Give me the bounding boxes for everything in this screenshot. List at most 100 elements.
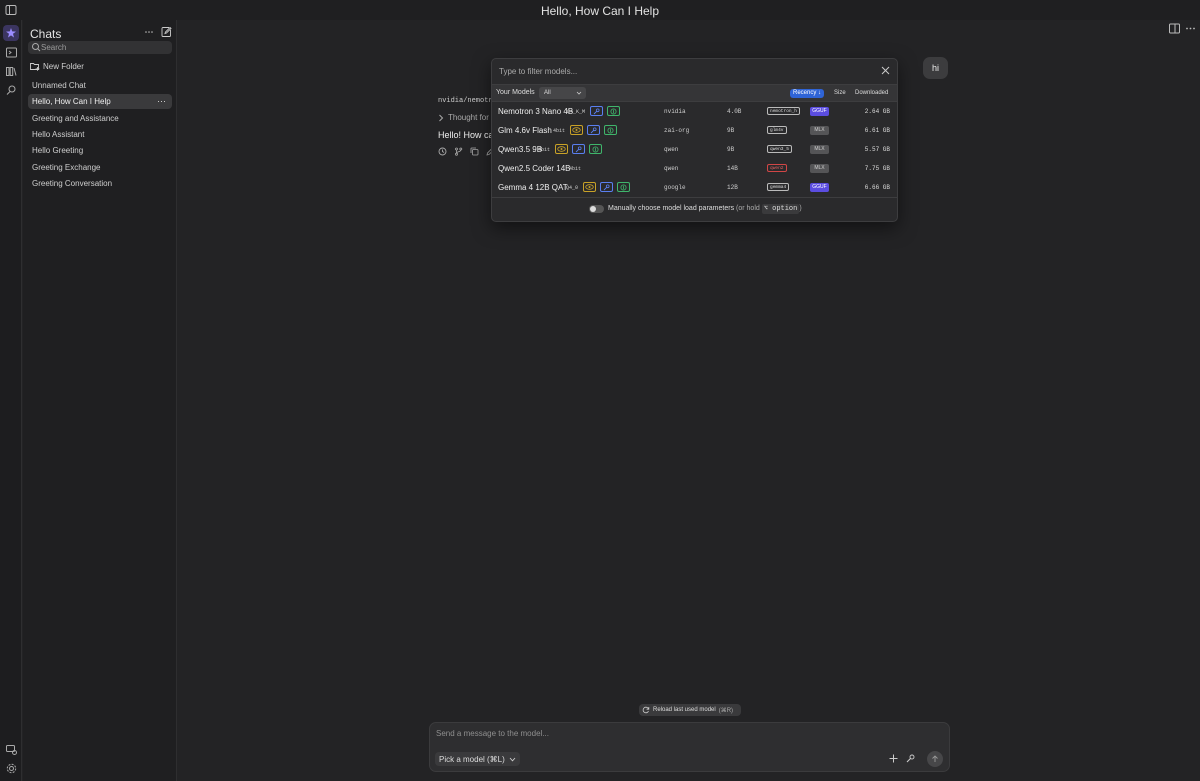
chat-icon[interactable] — [3, 25, 19, 41]
model-row[interactable]: Nemotron 3 Nano 4B Q4_K_M nvidia 4.0B 2.64 G… — [492, 102, 897, 121]
chat-title: Greeting Exchange — [32, 162, 101, 172]
chat-list-item[interactable]: Hello Greeting — [28, 143, 172, 158]
user-settings-icon[interactable] — [3, 741, 19, 757]
brain-icon — [607, 106, 621, 116]
chevron-down-icon — [509, 757, 516, 762]
close-icon[interactable] — [881, 66, 890, 75]
hint-prefix: (or hold — [736, 205, 760, 212]
model-publisher: nvidia — [664, 108, 686, 115]
model-params: 9B — [727, 127, 735, 134]
search-box[interactable] — [28, 41, 172, 54]
manual-params-toggle[interactable] — [589, 205, 604, 213]
model-size: 6.61 GB — [864, 127, 890, 134]
model-row[interactable]: Gemma 4 12B QAT Q4_0 google 12B 6.66 GB gemma… — [492, 178, 897, 197]
model-size: 6.66 GB — [864, 184, 890, 191]
model-params: 14B — [727, 165, 738, 172]
model-arch-badge: qwen2 — [767, 164, 787, 172]
model-publisher: zai-org — [664, 127, 690, 134]
chat-list-item[interactable]: Greeting and Assistance — [28, 111, 172, 126]
picker-footer: Manually choose model load parameters (o… — [492, 197, 897, 221]
manual-params-label: Manually choose model load parameters — [608, 205, 735, 212]
chat-title: Greeting Conversation — [32, 178, 113, 188]
model-row[interactable]: Qwen3.5 9B 4bit qwen 9B 5.57 GB qwen3_5 MLX — [492, 140, 897, 159]
model-quant: 4bit — [553, 128, 566, 134]
window-title: Hello, How Can I Help — [540, 4, 660, 18]
arrow-up-icon[interactable] — [927, 751, 943, 767]
model-picker-dialog: Your Models All Recency ↓ Size Downloade… — [491, 58, 898, 222]
more-icon[interactable] — [143, 26, 155, 38]
chevron-down-icon — [576, 87, 582, 99]
chat-title: Hello, How Can I Help — [32, 97, 111, 107]
reload-label: Reload last used model — [653, 707, 716, 713]
model-format-badge: GGUF — [810, 183, 829, 192]
plus-icon[interactable] — [889, 754, 898, 763]
user-message-bubble: hi — [923, 57, 948, 79]
new-folder-label: New Folder — [43, 61, 84, 71]
title-bar: Hello, How Can I Help — [0, 0, 1200, 20]
gear-icon[interactable] — [3, 760, 19, 776]
copy-icon[interactable] — [470, 147, 479, 156]
clock-icon[interactable] — [438, 147, 447, 156]
model-row[interactable]: Qwen2.5 Coder 14B 4bit qwen 14B 7.75 GB qwen2… — [492, 159, 897, 178]
terminal-icon[interactable] — [3, 44, 19, 60]
message-input[interactable] — [436, 729, 936, 742]
model-publisher: qwen — [664, 146, 679, 153]
sort-downloaded-button[interactable]: Downloaded — [852, 89, 891, 98]
model-row[interactable]: Glm 4.6v Flash 4bit zai-org 9B 6.61 GB glm4v M… — [492, 121, 897, 140]
chat-more-icon[interactable]: ··· — [157, 94, 166, 109]
search-input[interactable] — [41, 41, 169, 54]
model-format-badge: MLX — [810, 126, 829, 135]
wrench-icon[interactable] — [906, 754, 915, 763]
manual-params-text: Manually choose model load parameters (o… — [608, 204, 802, 214]
more-icon[interactable] — [1185, 23, 1196, 34]
model-format-badge: MLX — [810, 145, 829, 154]
chat-list-item[interactable]: Unnamed Chat — [28, 78, 172, 93]
branch-icon[interactable] — [454, 147, 463, 156]
model-arch-badge: qwen3_5 — [767, 145, 792, 153]
split-panel-icon[interactable] — [1169, 23, 1180, 34]
model-size: 7.75 GB — [864, 165, 890, 172]
model-quant: Q4_0 — [566, 185, 579, 191]
brain-icon — [588, 144, 602, 154]
chat-title: Hello Assistant — [32, 129, 85, 139]
picker-header: Your Models All Recency ↓ Size Downloade… — [492, 84, 897, 102]
pick-model-label: Pick a model (⌘L) — [439, 754, 505, 764]
chat-title: Hello Greeting — [32, 146, 84, 156]
thought-toggle[interactable]: Thought for — [438, 113, 489, 122]
model-type-select[interactable]: All — [539, 87, 586, 99]
reload-shortcut: (⌘R) — [718, 707, 734, 714]
pick-model-button[interactable]: Pick a model (⌘L) — [435, 752, 520, 766]
icon-rail — [0, 20, 22, 781]
model-format-badge: MLX — [810, 164, 829, 173]
chat-list-item[interactable]: Hello, How Can I Help ··· — [28, 94, 172, 110]
sort-recency-button[interactable]: Recency ↓ — [790, 89, 825, 98]
chat-list-item[interactable]: Greeting Conversation — [28, 176, 172, 191]
model-params: 9B — [727, 146, 735, 153]
chat-list-item[interactable]: Hello Assistant — [28, 127, 172, 142]
compose-icon[interactable] — [160, 25, 172, 37]
hammer-icon — [590, 106, 604, 116]
chat-title: Greeting and Assistance — [32, 113, 119, 123]
reload-last-model-button[interactable]: Reload last used model (⌘R) — [639, 704, 741, 716]
model-params: 4.0B — [727, 108, 742, 115]
eye-icon — [554, 144, 568, 154]
model-arch-badge: nemotron_h — [767, 107, 801, 115]
message-actions — [438, 147, 495, 156]
sidebar-title: Chats — [30, 27, 62, 41]
search-models-icon[interactable] — [3, 81, 19, 97]
chat-list-item[interactable]: Greeting Exchange — [28, 160, 172, 175]
model-params: 12B — [727, 184, 738, 191]
thought-label: Thought for — [448, 113, 489, 122]
model-format-badge: GGUF — [810, 107, 829, 116]
model-type-value: All — [544, 90, 551, 96]
new-folder-button[interactable]: New Folder — [30, 60, 84, 72]
library-icon[interactable] — [3, 63, 19, 79]
chat-title: Unnamed Chat — [32, 81, 86, 90]
model-size: 5.57 GB — [864, 146, 890, 153]
hint-suffix: ) — [799, 205, 802, 212]
model-filter-input[interactable] — [499, 65, 869, 78]
sort-size-button[interactable]: Size — [831, 89, 849, 98]
model-publisher: google — [664, 184, 686, 191]
model-arch-badge: gemma4 — [767, 183, 790, 191]
your-models-label: Your Models — [496, 89, 535, 96]
